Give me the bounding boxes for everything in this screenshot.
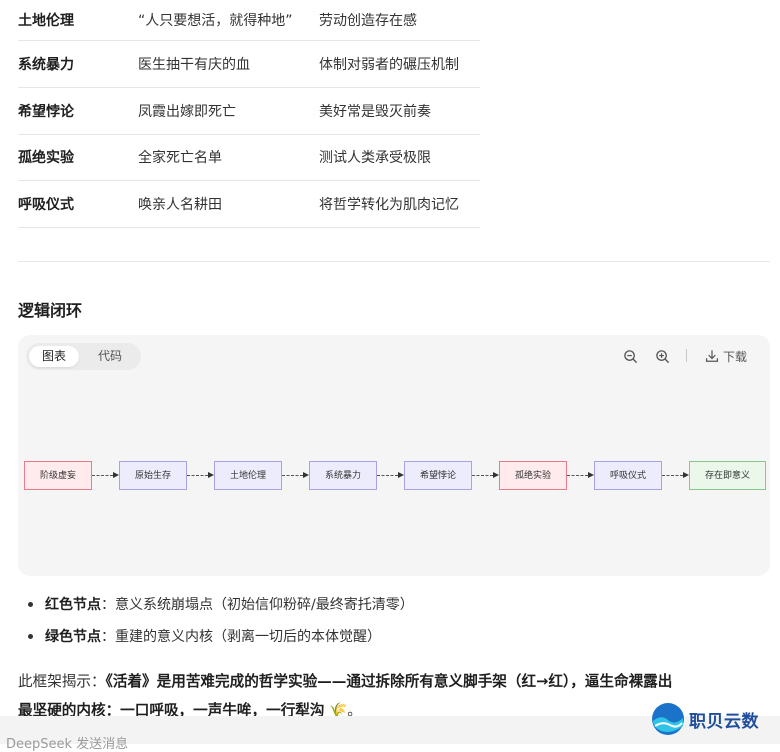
- table-row: 系统暴力 医生抽干有庆的血 体制对弱者的碾压机制: [18, 41, 480, 88]
- flow-node: 系统暴力: [309, 461, 377, 490]
- flow-node: 土地伦理: [214, 461, 282, 490]
- legend-text-red: ：意义系统崩塌点（初始信仰粉碎/最终寄托清零）: [101, 597, 414, 613]
- flow-edge: [187, 475, 208, 476]
- table-cell-event: 凤霞出嫁即死亡: [138, 103, 236, 120]
- bullet-dot: [28, 633, 33, 639]
- flow-node: 存在即意义: [689, 461, 766, 490]
- flow-edge: [92, 475, 113, 476]
- toolbar-separator: [686, 349, 687, 362]
- download-label: 下载: [723, 349, 748, 364]
- tab-chart[interactable]: 图表: [29, 346, 79, 367]
- table-cell-concept: 土地伦理: [18, 13, 74, 29]
- tab-code[interactable]: 代码: [84, 346, 136, 367]
- download-icon: [705, 350, 719, 362]
- zoom-out-icon: [624, 349, 638, 363]
- legend-text-green: ：重建的意义内核（剥离一切后的本体觉醒）: [101, 629, 381, 645]
- flow-node: 呼吸仪式: [594, 461, 662, 490]
- watermark-text: 职贝云数: [689, 711, 759, 732]
- legend-title-red: 红色节点: [45, 597, 101, 613]
- diagram-card: 图表 代码 下载 阶级虚妄 原始生存 土地伦理 系统暴力 希望悖论 孤绝实验 呼吸仪式 存在即…: [18, 335, 770, 576]
- watermark-logo-icon: [652, 703, 684, 735]
- table-cell-concept: 系统暴力: [18, 56, 74, 73]
- table-row: 土地伦理 “人只要想活，就得种地” 劳动创造存在感: [18, 0, 480, 41]
- flow-node: 希望悖论: [404, 461, 472, 490]
- zoom-out-button[interactable]: [623, 346, 638, 366]
- flow-node: 原始生存: [119, 461, 187, 490]
- table-cell-meaning: 测试人类承受极限: [319, 150, 431, 167]
- table-cell-meaning: 美好常是毁灭前奏: [319, 103, 431, 120]
- conclusion-bold-1: 《活着》是用苦难完成的哲学实验——通过拆除所有意义脚手架（红→红），逼生命裸露出: [105, 673, 673, 690]
- zoom-in-icon: [656, 349, 670, 363]
- list-item: 绿色节点 ：重建的意义内核（剥离一切后的本体觉醒）: [28, 626, 381, 646]
- comparison-table: 土地伦理 “人只要想活，就得种地” 劳动创造存在感 系统暴力 医生抽干有庆的血 …: [18, 0, 480, 229]
- flow-edge: [472, 475, 493, 476]
- bullet-dot: [28, 601, 33, 607]
- conclusion-prefix: 此框架揭示：: [18, 673, 106, 690]
- table-row: 希望悖论 凤霞出嫁即死亡 美好常是毁灭前奏: [18, 88, 480, 135]
- input-placeholder: DeepSeek 发送消息: [6, 737, 129, 752]
- flow-edge: [282, 475, 303, 476]
- list-item: 红色节点 ：意义系统崩塌点（初始信仰粉碎/最终寄托清零）: [28, 594, 414, 614]
- watermark: 职贝云数: [651, 700, 776, 738]
- table-cell-event: 全家死亡名单: [138, 150, 222, 167]
- table-cell-concept: 希望悖论: [18, 103, 74, 120]
- table-cell-concept: 呼吸仪式: [18, 197, 74, 214]
- table-row: 孤绝实验 全家死亡名单 测试人类承受极限: [18, 135, 480, 182]
- legend-title-green: 绿色节点: [45, 629, 101, 645]
- section-divider: [18, 261, 770, 262]
- table-cell-meaning: 劳动创造存在感: [319, 13, 417, 29]
- view-toggle: 图表 代码: [26, 343, 141, 370]
- table-cell-event: 唤亲人名耕田: [138, 197, 222, 214]
- flow-edge: [662, 475, 683, 476]
- zoom-in-button[interactable]: [655, 346, 670, 366]
- flow-edge: [377, 475, 398, 476]
- section-heading: 逻辑闭环: [18, 301, 83, 320]
- download-button[interactable]: 下载: [705, 346, 747, 366]
- table-cell-meaning: 将哲学转化为肌肉记忆: [319, 197, 459, 214]
- table-cell-meaning: 体制对弱者的碾压机制: [319, 56, 459, 73]
- flow-edge: [567, 475, 588, 476]
- table-cell-event: 医生抽干有庆的血: [138, 56, 250, 73]
- table-row: 呼吸仪式 唤亲人名耕田 将哲学转化为肌肉记忆: [18, 181, 480, 229]
- table-cell-concept: 孤绝实验: [18, 150, 74, 167]
- flow-node: 孤绝实验: [499, 461, 567, 490]
- flow-node: 阶级虚妄: [24, 461, 92, 490]
- table-cell-event: “人只要想活，就得种地”: [138, 13, 293, 29]
